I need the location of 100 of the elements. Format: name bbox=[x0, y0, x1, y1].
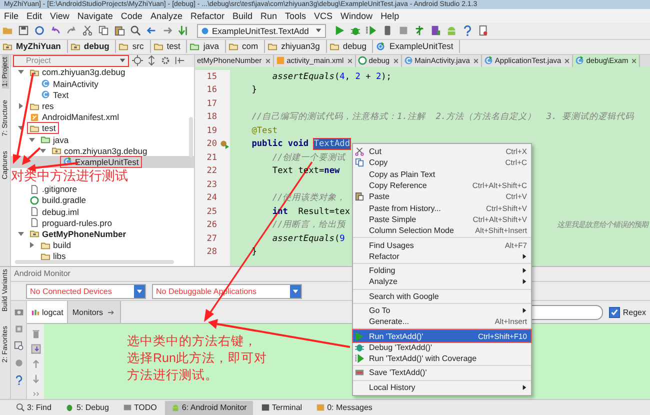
camera-icon[interactable] bbox=[14, 307, 24, 318]
menu-item[interactable]: Window bbox=[336, 8, 377, 23]
run-test-gutter-icon[interactable] bbox=[220, 140, 229, 149]
collapse-icon[interactable] bbox=[146, 55, 157, 66]
avd-manager-icon[interactable] bbox=[430, 25, 441, 36]
checkbox-icon[interactable] bbox=[608, 306, 620, 318]
breadcrumb-item[interactable]: zhiyuan3g bbox=[265, 40, 327, 54]
copy-icon[interactable] bbox=[98, 25, 109, 36]
close-icon[interactable] bbox=[264, 58, 271, 64]
expand-arrow-icon[interactable] bbox=[17, 102, 25, 110]
breadcrumb-item[interactable]: com bbox=[226, 40, 266, 54]
tree-item[interactable]: com.zhiyuan3g.debug bbox=[11, 145, 194, 156]
tree-item[interactable]: build.gradle bbox=[11, 194, 194, 206]
tree-item[interactable]: test bbox=[11, 122, 194, 134]
expand-arrow-icon[interactable] bbox=[39, 146, 47, 155]
tree-item[interactable]: AndroidManifest.xml bbox=[11, 112, 194, 123]
breadcrumb-item[interactable]: debug bbox=[68, 40, 116, 54]
coverage-icon[interactable] bbox=[366, 25, 377, 36]
settings-icon[interactable] bbox=[160, 55, 171, 66]
target-icon[interactable] bbox=[132, 55, 143, 66]
tool-window-button[interactable]: 5: Debug bbox=[59, 400, 115, 415]
tool-window-button[interactable]: 0: Messages bbox=[310, 400, 378, 415]
search-icon[interactable] bbox=[130, 25, 141, 36]
context-menu-item[interactable]: Debug 'TextAdd()' bbox=[353, 342, 531, 354]
scroll-to-end-icon[interactable] bbox=[30, 344, 40, 354]
tree-item[interactable]: debug.iml bbox=[11, 206, 194, 218]
tool-window-button[interactable]: 3: Find bbox=[10, 400, 58, 415]
tree-item[interactable]: Text bbox=[11, 89, 194, 100]
menu-item[interactable]: View bbox=[46, 8, 74, 23]
menu-item[interactable]: Navigate bbox=[73, 8, 117, 23]
menu-item[interactable]: Help bbox=[376, 8, 404, 23]
tree-item[interactable]: build bbox=[11, 239, 194, 251]
menu-item[interactable]: Run bbox=[256, 8, 282, 23]
tool-window-button[interactable]: TODO bbox=[116, 400, 163, 415]
menu-item[interactable]: Build bbox=[228, 8, 256, 23]
sdk-manager-icon[interactable] bbox=[414, 25, 425, 36]
run-icon[interactable] bbox=[334, 25, 345, 36]
menu-item[interactable]: File bbox=[0, 8, 23, 23]
trash-icon[interactable] bbox=[30, 329, 40, 340]
monitor-tab[interactable]: Monitors bbox=[68, 301, 122, 324]
back-arrow-icon[interactable] bbox=[146, 25, 157, 36]
undo-icon[interactable] bbox=[50, 25, 61, 36]
vertical-scrollbar[interactable] bbox=[189, 116, 193, 157]
device-monitor-icon[interactable] bbox=[478, 25, 489, 36]
expand-arrow-icon[interactable] bbox=[17, 124, 25, 132]
tree-item[interactable]: .gitignore bbox=[11, 184, 194, 195]
expand-arrow-icon[interactable] bbox=[17, 230, 25, 238]
paste-icon[interactable] bbox=[114, 25, 125, 36]
up-arrow-icon[interactable] bbox=[30, 359, 40, 370]
breadcrumb-item[interactable]: src bbox=[116, 40, 151, 54]
help-icon[interactable] bbox=[462, 25, 473, 36]
cut-icon[interactable] bbox=[82, 25, 93, 36]
stop-icon[interactable] bbox=[398, 25, 409, 36]
tree-item[interactable]: MainActivity bbox=[11, 78, 194, 90]
context-menu-item[interactable]: Run 'TextAdd()' with Coverage bbox=[353, 353, 531, 364]
tree-item[interactable]: GetMyPhoneNumber bbox=[11, 228, 194, 240]
tool-window-button[interactable]: 6: Android Monitor bbox=[164, 400, 253, 415]
context-menu-item[interactable]: Go To bbox=[353, 304, 531, 316]
forward-arrow-icon[interactable] bbox=[162, 25, 173, 36]
menu-item[interactable]: Code bbox=[116, 8, 146, 23]
expand-arrow-icon[interactable] bbox=[28, 136, 36, 144]
tree-item[interactable]: res bbox=[11, 100, 194, 112]
tool-window-button[interactable]: Terminal bbox=[254, 400, 308, 415]
tree-item[interactable]: com.zhiyuan3g.debug bbox=[11, 66, 194, 78]
menu-item[interactable]: Refactor bbox=[186, 8, 228, 23]
regex-checkbox[interactable]: Regex bbox=[602, 306, 650, 318]
monitor-tab[interactable]: logcat bbox=[27, 301, 68, 324]
close-icon[interactable] bbox=[392, 58, 399, 64]
menu-item[interactable]: Analyze bbox=[146, 8, 186, 23]
breadcrumb-item[interactable]: test bbox=[150, 40, 188, 54]
tree-item[interactable]: libs bbox=[11, 250, 194, 262]
down-arrow-icon[interactable] bbox=[30, 374, 40, 384]
make-icon[interactable] bbox=[178, 25, 189, 36]
redo-icon[interactable] bbox=[66, 25, 77, 36]
help-icon[interactable] bbox=[14, 375, 24, 386]
expand-arrow-icon[interactable] bbox=[17, 68, 25, 76]
screen-search-icon[interactable] bbox=[14, 341, 24, 352]
context-menu-item[interactable]: Folding bbox=[353, 264, 531, 276]
breadcrumb-item[interactable]: MyZhiYuan bbox=[0, 40, 68, 54]
menu-item[interactable]: VCS bbox=[310, 8, 337, 23]
hide-panel-icon[interactable] bbox=[174, 55, 185, 66]
bug-icon[interactable] bbox=[350, 25, 361, 36]
close-icon[interactable] bbox=[346, 58, 353, 64]
close-icon[interactable] bbox=[472, 58, 479, 64]
save-icon[interactable] bbox=[18, 25, 29, 36]
horizontal-scrollbar[interactable] bbox=[15, 260, 174, 264]
close-icon[interactable] bbox=[631, 58, 638, 64]
menu-item[interactable]: Edit bbox=[22, 8, 46, 23]
run-configuration-dropdown[interactable]: ExampleUnitTest.TextAdd bbox=[197, 24, 326, 38]
context-menu-item[interactable]: Local History bbox=[353, 382, 531, 393]
context-menu-item[interactable]: Save 'TextAdd()' bbox=[353, 367, 531, 379]
breadcrumb-item[interactable]: debug bbox=[326, 40, 374, 54]
device-dropdown[interactable]: No Connected Devices bbox=[26, 284, 146, 299]
tree-item[interactable]: java bbox=[11, 134, 194, 146]
context-menu-item[interactable]: Refactor bbox=[353, 250, 531, 262]
tree-item[interactable]: ExampleUnitTest bbox=[11, 156, 194, 168]
menu-item[interactable]: Tools bbox=[281, 8, 310, 23]
close-icon[interactable] bbox=[564, 58, 570, 64]
tree-item[interactable]: proguard-rules.pro bbox=[11, 217, 194, 228]
context-menu-item[interactable]: Copy as Plain Text bbox=[353, 168, 531, 180]
